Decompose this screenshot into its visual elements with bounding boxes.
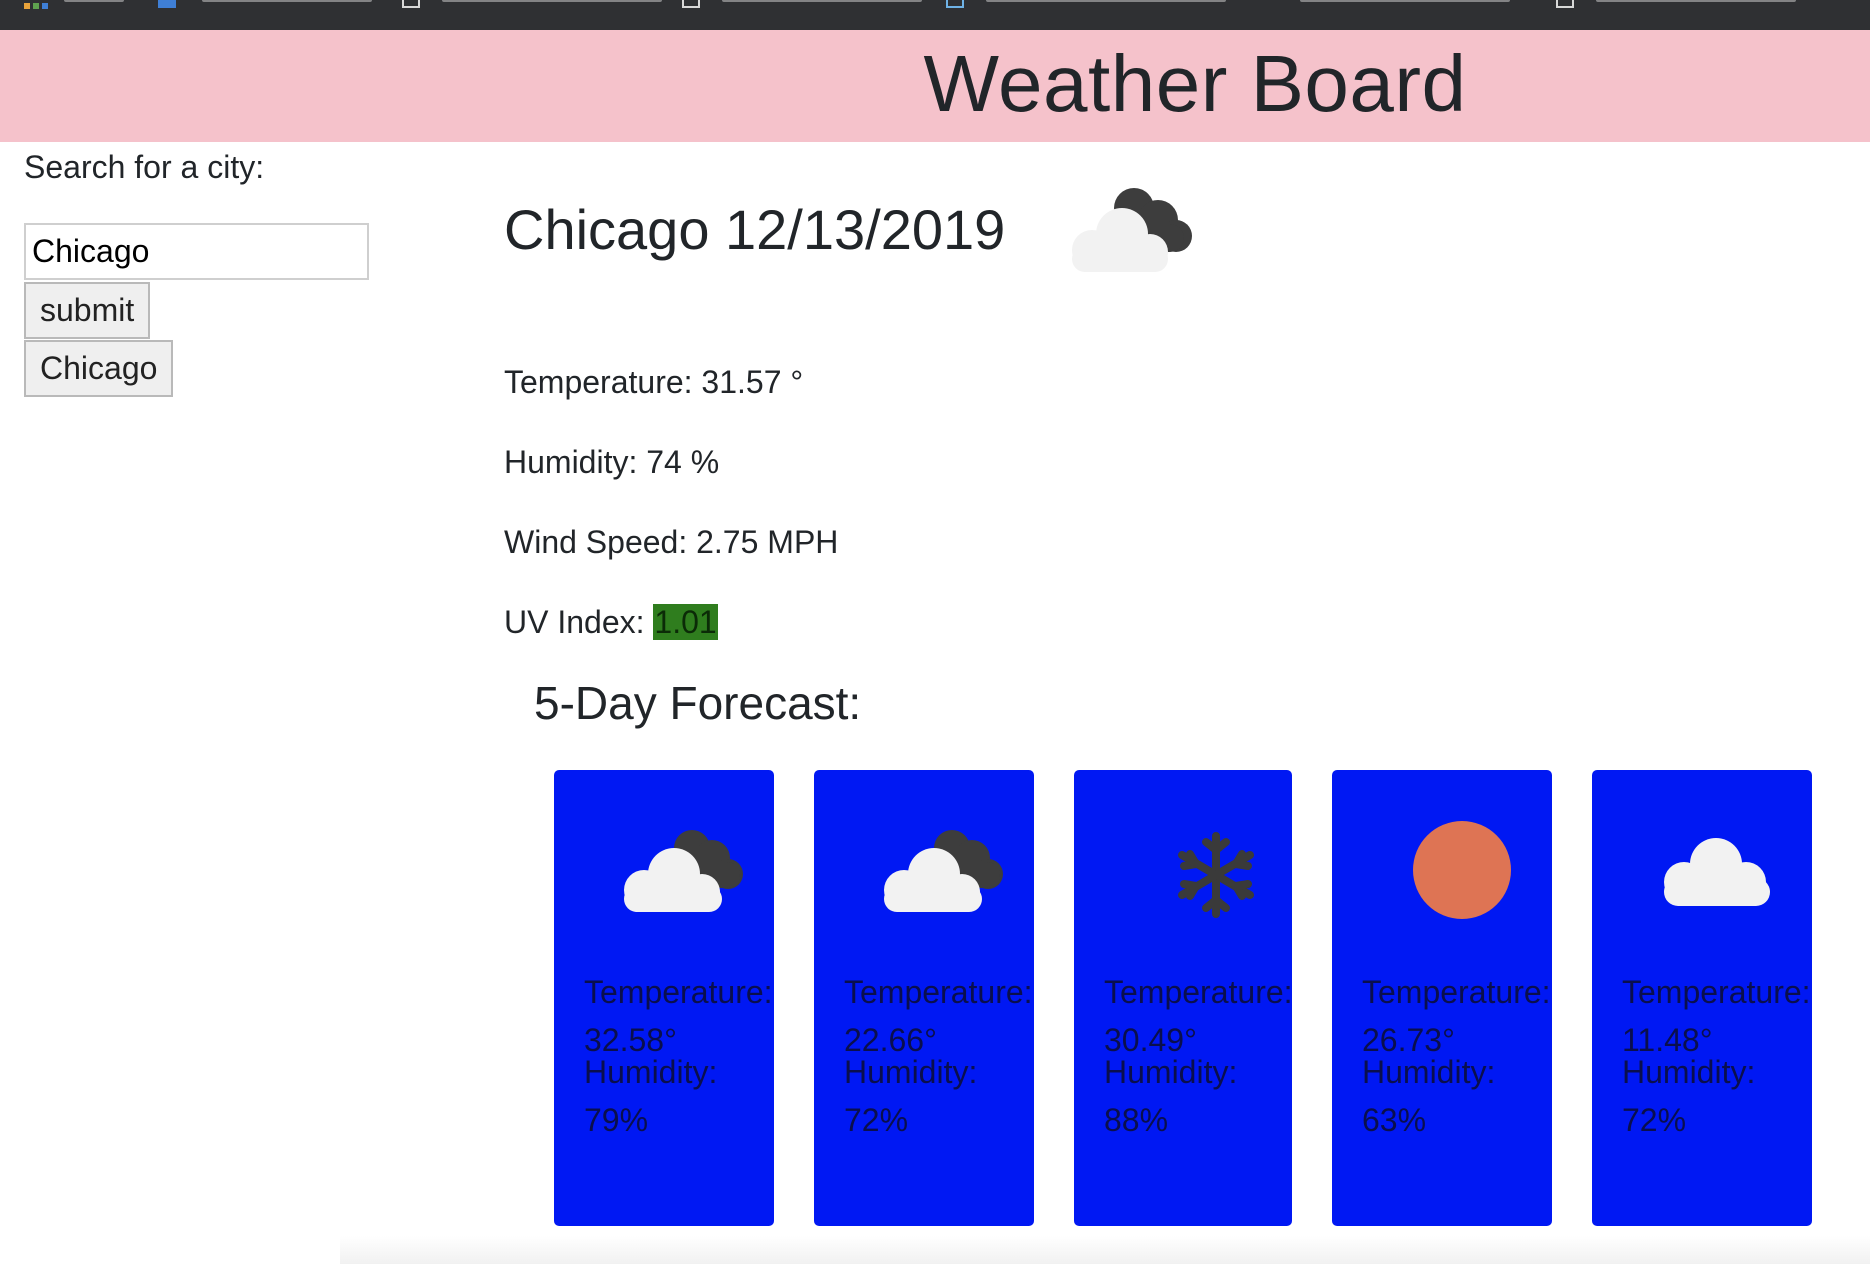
partly-cloudy-icon [1072, 188, 1192, 272]
bottom-shadow [340, 1236, 1870, 1264]
city-search-input[interactable] [24, 223, 369, 280]
partly-cloudy-icon [624, 830, 743, 912]
partly-cloudy-icon [884, 830, 1003, 912]
forecast-temp-label: Temperature: [1622, 974, 1811, 1010]
forecast-humidity-value: 72% [1622, 1102, 1687, 1138]
uv-index-label: UV Index: [504, 604, 654, 640]
forecast-temp-label: Temperature: [1362, 974, 1551, 1010]
history-city-button[interactable]: Chicago [24, 340, 174, 397]
forecast-humidity-value: 88% [1104, 1102, 1169, 1138]
page-title: Weather Board [923, 39, 1467, 128]
submit-button[interactable]: submit [24, 282, 151, 339]
forecast-card: Temperature: 30.49° Humidity: 88% [1074, 770, 1293, 1226]
forecast-humidity-value: 72% [844, 1102, 909, 1138]
forecast-humidity-value: 63% [1362, 1102, 1427, 1138]
search-label: Search for a city: [24, 149, 265, 185]
current-uv-index: UV Index: 1.01 [504, 602, 718, 642]
forecast-temp-label: Temperature: [844, 974, 1033, 1010]
page-header: Weather Board [0, 30, 1870, 142]
sun-icon [1413, 821, 1511, 919]
current-humidity: Humidity: 74 % [504, 444, 720, 480]
forecast-card: Temperature: 26.73° Humidity: 63% [1332, 770, 1552, 1226]
cloud-icon [1664, 838, 1770, 906]
forecast-humidity-label: Humidity: [584, 1054, 718, 1090]
snowflake-icon [1178, 832, 1254, 918]
uv-index-badge: 1.01 [653, 604, 718, 640]
current-wind-speed: Wind Speed: 2.75 MPH [504, 524, 839, 560]
forecast-humidity-label: Humidity: [1104, 1054, 1238, 1090]
forecast-humidity-label: Humidity: [844, 1054, 978, 1090]
forecast-temp-label: Temperature: [584, 974, 773, 1010]
forecast-humidity-value: 79% [584, 1102, 649, 1138]
current-city-heading: Chicago 12/13/2019 [504, 198, 1006, 261]
forecast-humidity-label: Humidity: [1362, 1054, 1496, 1090]
forecast-card: Temperature: 22.66° Humidity: 72% [814, 770, 1034, 1226]
bookmarks-bar [0, 0, 1870, 30]
current-temperature: Temperature: 31.57 ° [504, 364, 804, 400]
forecast-card: Temperature: 32.58° Humidity: 79% [554, 770, 774, 1226]
forecast-temp-label: Temperature: [1104, 974, 1293, 1010]
forecast-humidity-label: Humidity: [1622, 1054, 1756, 1090]
forecast-heading: 5-Day Forecast: [534, 677, 862, 729]
forecast-card: Temperature: 11.48° Humidity: 72% [1592, 770, 1812, 1226]
search-panel: Search for a city: submit Chicago [24, 146, 404, 397]
